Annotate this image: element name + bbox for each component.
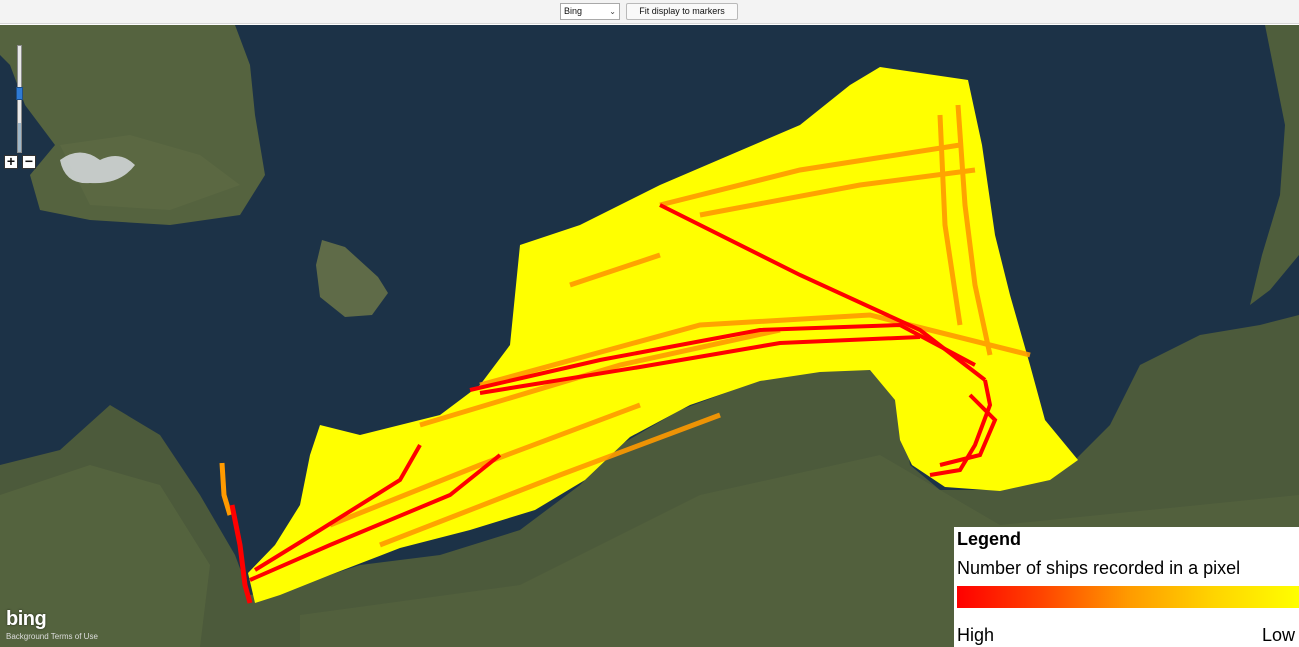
- bing-logo: bing: [6, 608, 47, 630]
- map-app: Bing ⌄ Fit display to markers + − bing B…: [0, 0, 1299, 647]
- zoom-slider[interactable]: [16, 45, 23, 153]
- chevron-down-icon: ⌄: [609, 7, 616, 16]
- toolbar: Bing ⌄ Fit display to markers: [0, 0, 1299, 24]
- legend-subtitle: Number of ships recorded in a pixel: [957, 558, 1241, 578]
- fit-display-button[interactable]: Fit display to markers: [626, 3, 738, 20]
- zoom-in-button[interactable]: +: [4, 153, 18, 169]
- legend-high-label: High: [957, 625, 995, 645]
- legend: Legend Number of ships recorded in a pix…: [954, 527, 1299, 647]
- map-attribution[interactable]: Background Terms of Use: [6, 632, 98, 641]
- plus-icon: +: [6, 153, 16, 169]
- legend-low-label: Low: [1261, 625, 1295, 645]
- zoom-slider-handle[interactable]: [16, 87, 23, 100]
- legend-color-gradient: [957, 586, 1299, 608]
- map-provider-value: Bing: [564, 6, 583, 16]
- minus-icon: −: [24, 153, 34, 169]
- map-provider-select[interactable]: Bing ⌄: [560, 3, 620, 20]
- zoom-slider-fill: [18, 123, 21, 152]
- legend-title: Legend: [957, 529, 1022, 549]
- zoom-out-button[interactable]: −: [22, 153, 36, 169]
